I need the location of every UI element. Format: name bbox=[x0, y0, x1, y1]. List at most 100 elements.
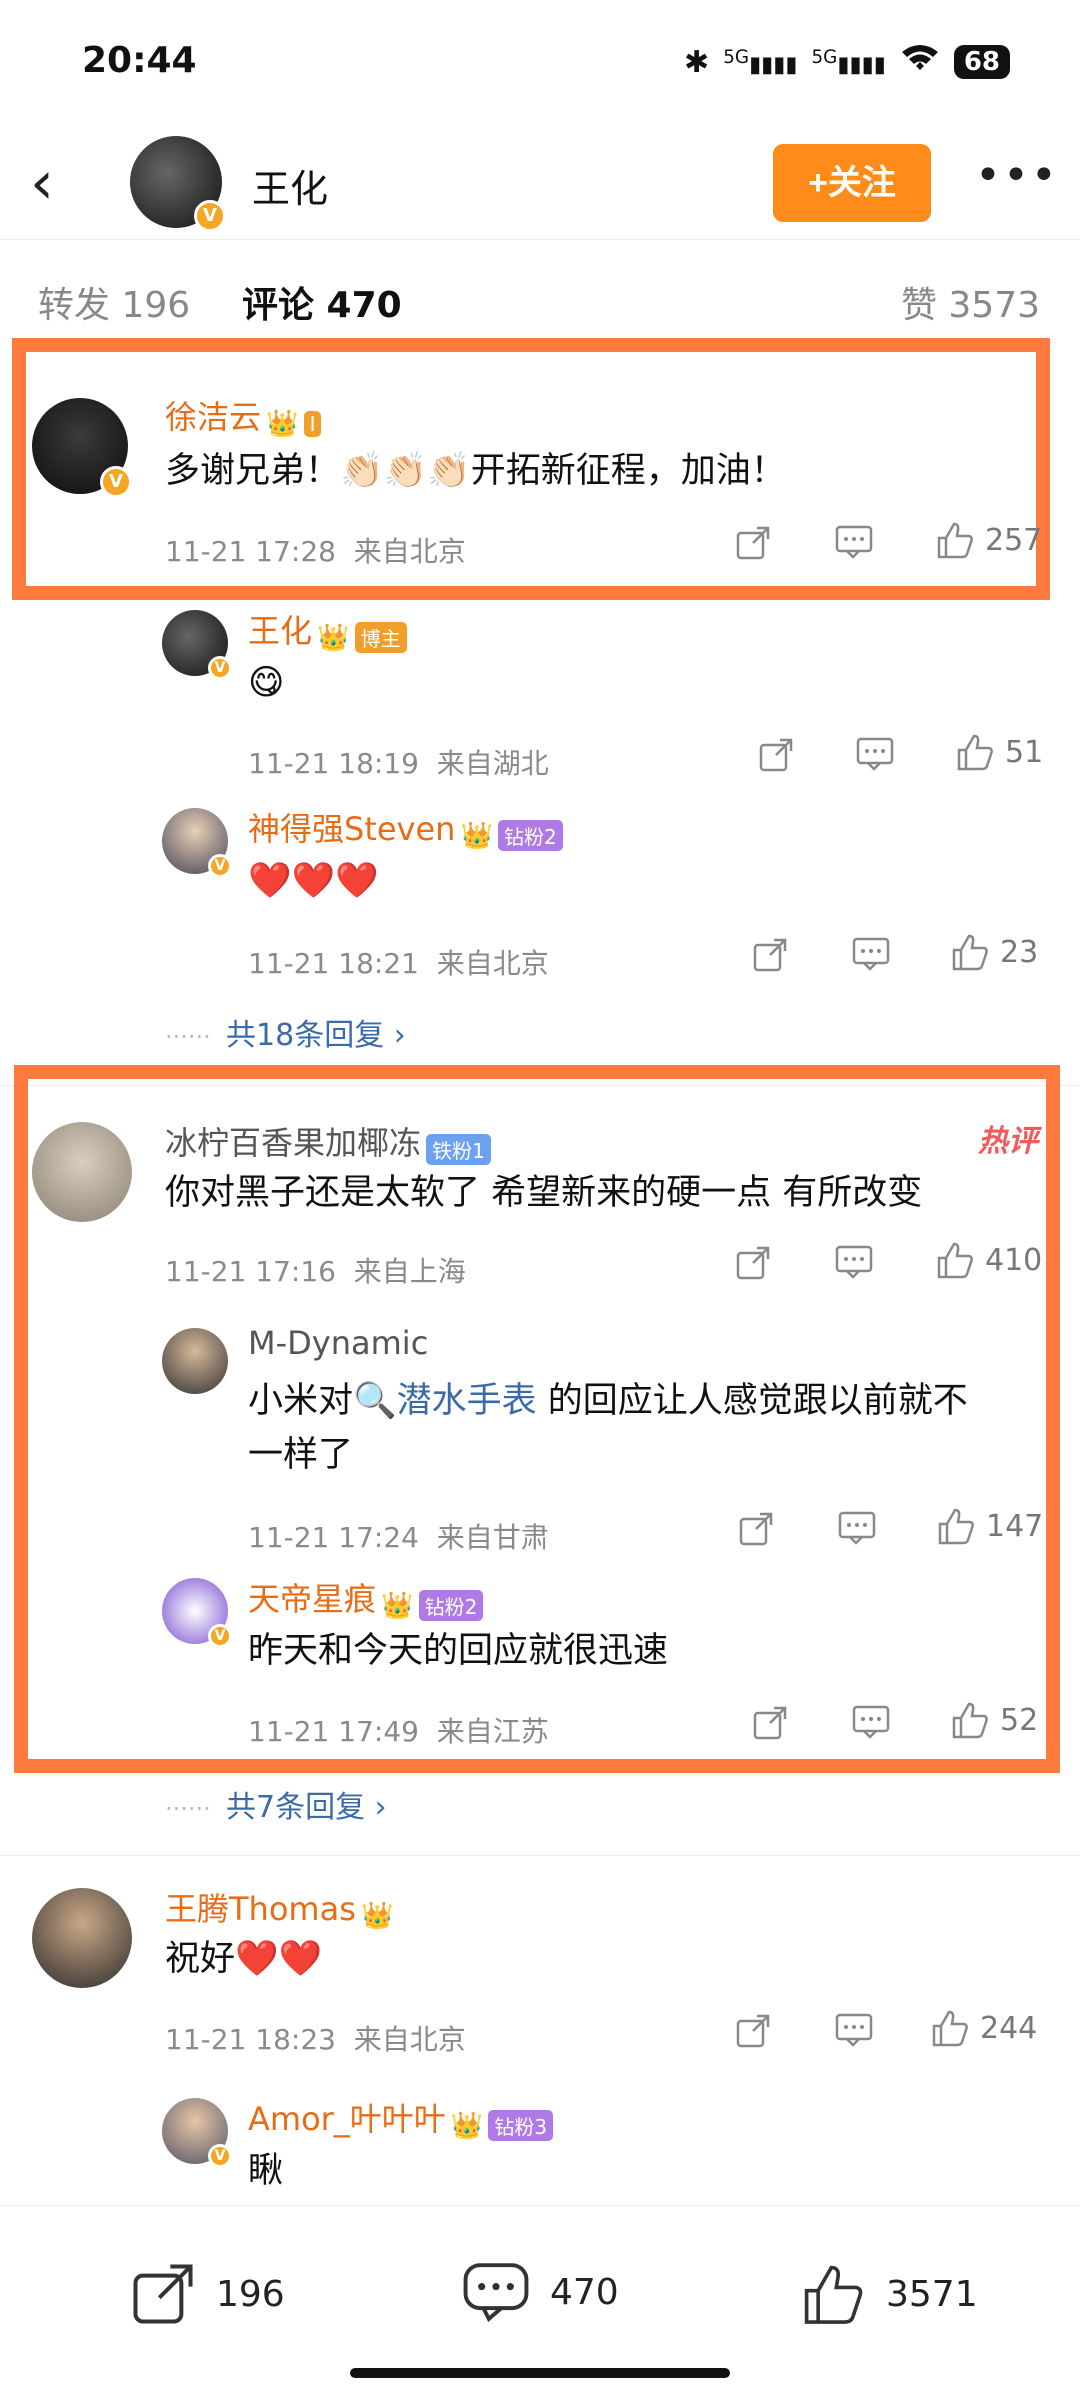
avatar[interactable] bbox=[32, 1122, 132, 1222]
like-icon bbox=[936, 1506, 976, 1546]
like-count: 257 bbox=[985, 522, 1043, 558]
more-replies-link[interactable]: ······ 共18条回复 › bbox=[165, 1010, 406, 1054]
reply-time: 11-21 18:21 bbox=[248, 947, 419, 980]
comment-text: 祝好❤️❤️ bbox=[165, 1939, 323, 1979]
share-button[interactable] bbox=[738, 1511, 774, 1547]
like-icon bbox=[950, 1700, 990, 1740]
more-replies-label: 共7条回复 › bbox=[226, 1790, 387, 1825]
status-bar: 20:44 ✱ 5G▮▮▮▮ 5G▮▮▮▮ 68 bbox=[0, 0, 1080, 130]
like-button[interactable]: 3571 bbox=[800, 2261, 978, 2327]
verified-icon: V bbox=[194, 200, 226, 232]
reply-username[interactable]: 神得强Steven bbox=[248, 810, 455, 848]
repost-button[interactable]: 196 bbox=[130, 2261, 285, 2327]
search-term-link[interactable]: 潜水手表 bbox=[397, 1381, 537, 1421]
reply-meta: 11-21 18:19 来自湖北 bbox=[248, 742, 549, 782]
share-button[interactable] bbox=[735, 1245, 771, 1281]
reply-button[interactable] bbox=[856, 737, 894, 771]
reply-button[interactable] bbox=[852, 1705, 890, 1739]
avatar[interactable]: V bbox=[162, 2098, 232, 2168]
share-icon bbox=[735, 2013, 771, 2049]
like-icon bbox=[935, 520, 975, 560]
comment-location: 来自上海 bbox=[353, 1255, 466, 1288]
reply-button[interactable] bbox=[852, 937, 890, 971]
home-indicator[interactable] bbox=[350, 2368, 730, 2378]
follow-button[interactable]: +关注 bbox=[773, 144, 931, 222]
avatar[interactable]: V bbox=[162, 610, 232, 680]
reply-text: 小米对🔍潜水手表 的回应让人感觉跟以前就不 一样了 bbox=[248, 1381, 968, 1475]
reply-username[interactable]: Amor_叶叶叶 bbox=[248, 2100, 446, 2138]
more-replies-label: 共18条回复 › bbox=[226, 1018, 406, 1053]
divider bbox=[0, 1855, 1080, 1856]
like-button[interactable]: 51 bbox=[955, 732, 1043, 772]
crown-icon: 👑 bbox=[381, 1590, 414, 1621]
more-options-button[interactable]: ••• bbox=[975, 150, 1059, 201]
avatar[interactable]: V bbox=[32, 398, 132, 498]
comment-icon bbox=[835, 2013, 873, 2047]
comment-icon bbox=[856, 737, 894, 771]
avatar[interactable] bbox=[162, 1328, 228, 1394]
bluetooth-icon: ✱ bbox=[684, 44, 710, 80]
like-button[interactable]: 410 bbox=[935, 1240, 1042, 1280]
share-button[interactable] bbox=[752, 937, 788, 973]
more-replies-link[interactable]: ······ 共7条回复 › bbox=[165, 1782, 387, 1826]
tab-comments[interactable]: 评论 470 bbox=[242, 276, 402, 328]
reply-button[interactable] bbox=[838, 1511, 876, 1545]
comment-icon bbox=[838, 1511, 876, 1545]
share-icon bbox=[738, 1511, 774, 1547]
comment-button[interactable]: 470 bbox=[462, 2261, 619, 2323]
like-icon bbox=[950, 932, 990, 972]
share-icon bbox=[752, 937, 788, 973]
comment-username[interactable]: 王腾Thomas bbox=[165, 1890, 356, 1928]
reply-time: 11-21 17:24 bbox=[248, 1521, 419, 1554]
share-icon bbox=[735, 1245, 771, 1281]
avatar[interactable]: V bbox=[162, 1578, 232, 1648]
reply-text: 😋 bbox=[248, 663, 285, 703]
like-button[interactable]: 23 bbox=[950, 932, 1038, 972]
like-button[interactable]: 244 bbox=[930, 2008, 1037, 2048]
reply-username[interactable]: 王化 bbox=[248, 612, 312, 650]
share-icon bbox=[752, 1705, 788, 1741]
author-name[interactable]: 王化 bbox=[252, 158, 328, 213]
reply-button[interactable] bbox=[835, 525, 873, 559]
reply-text: ❤️❤️❤️ bbox=[248, 861, 379, 901]
repost-count: 196 bbox=[216, 2273, 285, 2315]
user-badge: 钻粉2 bbox=[418, 1590, 484, 1621]
reply-location: 来自甘肃 bbox=[436, 1521, 549, 1554]
comment-username[interactable]: 冰柠百香果加椰冻 bbox=[165, 1124, 421, 1162]
reply-button[interactable] bbox=[835, 1245, 873, 1279]
hot-comment-label: 热评 bbox=[978, 1124, 1038, 1159]
share-button[interactable] bbox=[735, 525, 771, 561]
comment-icon bbox=[835, 1245, 873, 1279]
signal-icon: 5G▮▮▮▮ bbox=[811, 46, 886, 78]
share-icon bbox=[735, 525, 771, 561]
verified-icon: V bbox=[208, 854, 232, 878]
avatar[interactable]: V bbox=[162, 808, 232, 878]
user-badge: 钻粉3 bbox=[488, 2110, 554, 2141]
reply-username[interactable]: 天帝星痕 bbox=[248, 1580, 376, 1618]
like-count: 23 bbox=[1000, 934, 1039, 970]
comment-location: 来自北京 bbox=[353, 535, 466, 568]
reply-button[interactable] bbox=[835, 2013, 873, 2047]
tab-likes[interactable]: 赞 3573 bbox=[901, 276, 1040, 328]
verified-icon: V bbox=[100, 466, 132, 498]
wifi-icon bbox=[900, 42, 940, 82]
like-icon bbox=[935, 1240, 975, 1280]
comment-username[interactable]: 徐洁云 bbox=[165, 398, 261, 436]
like-button[interactable]: 147 bbox=[936, 1506, 1043, 1546]
reply-text: 昨天和今天的回应就很迅速 bbox=[248, 1631, 669, 1671]
comment-time: 11-21 18:23 bbox=[165, 2023, 336, 2056]
reply-username[interactable]: M-Dynamic bbox=[248, 1324, 428, 1362]
like-button[interactable]: 257 bbox=[935, 520, 1042, 560]
like-button[interactable]: 52 bbox=[950, 1700, 1038, 1740]
status-time: 20:44 bbox=[82, 40, 197, 81]
back-button[interactable]: ‹ bbox=[30, 148, 54, 218]
share-button[interactable] bbox=[758, 737, 794, 773]
share-button[interactable] bbox=[752, 1705, 788, 1741]
share-button[interactable] bbox=[735, 2013, 771, 2049]
verified-icon: V bbox=[208, 2144, 232, 2168]
tab-reposts[interactable]: 转发 196 bbox=[38, 276, 190, 328]
crown-icon: 👑 bbox=[317, 622, 350, 653]
avatar[interactable]: V bbox=[130, 136, 226, 232]
avatar[interactable] bbox=[32, 1888, 132, 1988]
comment-icon bbox=[852, 937, 890, 971]
